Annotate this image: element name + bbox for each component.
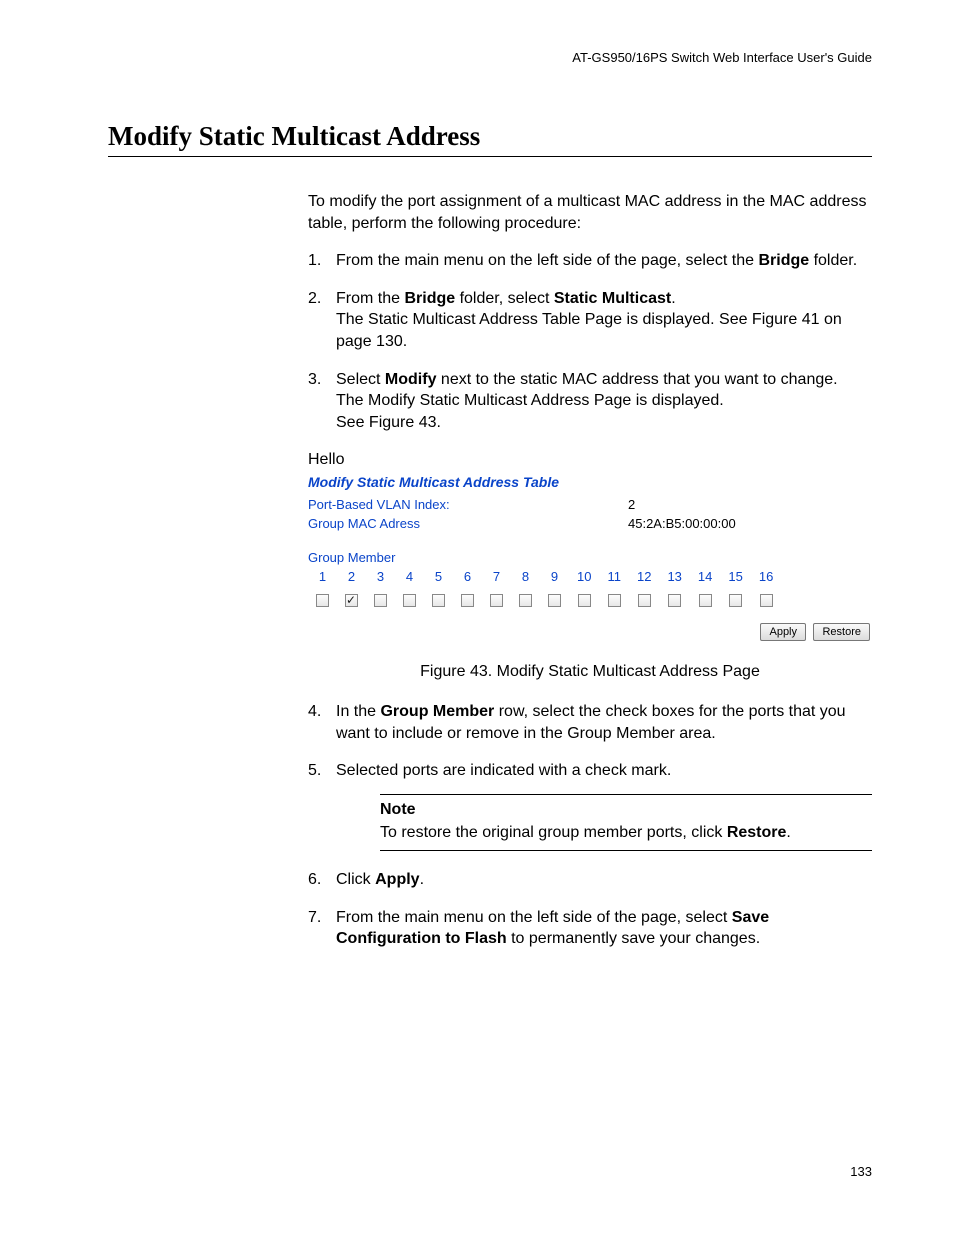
step-3-line3: See Figure 43. (336, 414, 441, 431)
vlan-index-value: 2 (628, 496, 635, 514)
note-text: To restore the original group member por… (380, 822, 872, 844)
port-header-6: 6 (453, 568, 482, 590)
port-table: 1 2 3 4 5 6 7 8 9 10 11 12 13 14 (308, 568, 781, 611)
group-member-label: Group Member (308, 549, 872, 567)
group-mac-label: Group MAC Adress (308, 515, 628, 533)
port-checkbox-14[interactable] (699, 594, 712, 607)
step-2-text-c: folder, select (455, 290, 554, 307)
port-checkbox-8[interactable] (519, 594, 532, 607)
step-6-text-c: . (420, 871, 424, 888)
restore-button[interactable]: Restore (813, 623, 870, 642)
step-1-text-a: From the main menu on the left side of t… (336, 252, 758, 269)
port-checkbox-6[interactable] (461, 594, 474, 607)
port-checkbox-3[interactable] (374, 594, 387, 607)
figure-43-panel: Modify Static Multicast Address Table Po… (308, 473, 872, 642)
port-header-2: 2 (337, 568, 366, 590)
port-header-12: 12 (629, 568, 659, 590)
port-checkbox-11[interactable] (608, 594, 621, 607)
port-header-11: 11 (599, 568, 629, 590)
note-bold: Restore (727, 824, 787, 841)
port-checkbox-5[interactable] (432, 594, 445, 607)
step-2-line2: The Static Multicast Address Table Page … (336, 311, 842, 350)
step-3-text-a: Select (336, 371, 385, 388)
hello-text: Hello (308, 449, 872, 471)
step-6-text-a: Click (336, 871, 375, 888)
note-block: Note To restore the original group membe… (380, 794, 872, 851)
running-header: AT-GS950/16PS Switch Web Interface User'… (108, 50, 872, 65)
step-6: Click Apply. (308, 869, 872, 891)
step-3: Select Modify next to the static MAC add… (308, 369, 872, 434)
step-2-text-a: From the (336, 290, 404, 307)
section-title: Modify Static Multicast Address (108, 121, 872, 157)
apply-button[interactable]: Apply (760, 623, 806, 642)
port-header-3: 3 (366, 568, 395, 590)
port-header-9: 9 (540, 568, 569, 590)
intro-paragraph: To modify the port assignment of a multi… (308, 191, 872, 234)
port-checkbox-1[interactable] (316, 594, 329, 607)
note-text-c: . (786, 824, 790, 841)
port-checkbox-16[interactable] (760, 594, 773, 607)
step-6-bold: Apply (375, 871, 419, 888)
group-mac-value: 45:2A:B5:00:00:00 (628, 515, 736, 533)
figure-panel-title: Modify Static Multicast Address Table (308, 473, 872, 492)
step-5: Selected ports are indicated with a chec… (308, 760, 872, 851)
step-5-text: Selected ports are indicated with a chec… (336, 762, 671, 779)
note-label: Note (380, 799, 872, 821)
port-checkbox-7[interactable] (490, 594, 503, 607)
port-checkbox-10[interactable] (578, 594, 591, 607)
port-header-13: 13 (659, 568, 689, 590)
port-header-4: 4 (395, 568, 424, 590)
port-header-16: 16 (751, 568, 781, 590)
figure-caption: Figure 43. Modify Static Multicast Addre… (308, 661, 872, 683)
port-checkbox-12[interactable] (638, 594, 651, 607)
step-2-bold-1: Bridge (404, 290, 455, 307)
port-header-1: 1 (308, 568, 337, 590)
port-checkbox-13[interactable] (668, 594, 681, 607)
step-2: From the Bridge folder, select Static Mu… (308, 288, 872, 353)
step-2-bold-2: Static Multicast (554, 290, 671, 307)
note-text-a: To restore the original group member por… (380, 824, 727, 841)
port-header-14: 14 (690, 568, 720, 590)
port-header-7: 7 (482, 568, 511, 590)
step-4-text-a: In the (336, 703, 380, 720)
port-checkbox-2[interactable] (345, 594, 358, 607)
port-checkbox-4[interactable] (403, 594, 416, 607)
step-2-text-e: . (671, 290, 675, 307)
port-checkbox-15[interactable] (729, 594, 742, 607)
step-1-bold: Bridge (758, 252, 809, 269)
port-header-5: 5 (424, 568, 453, 590)
step-3-text-c: next to the static MAC address that you … (436, 371, 837, 388)
step-1-text-c: folder. (809, 252, 857, 269)
step-3-line2: The Modify Static Multicast Address Page… (336, 392, 724, 409)
port-header-8: 8 (511, 568, 540, 590)
port-header-10: 10 (569, 568, 599, 590)
step-4-bold: Group Member (380, 703, 494, 720)
port-checkbox-9[interactable] (548, 594, 561, 607)
step-7-text-a: From the main menu on the left side of t… (336, 909, 732, 926)
step-3-bold: Modify (385, 371, 437, 388)
step-4: In the Group Member row, select the chec… (308, 701, 872, 744)
step-1: From the main menu on the left side of t… (308, 250, 872, 272)
step-7: From the main menu on the left side of t… (308, 907, 872, 950)
vlan-index-label: Port-Based VLAN Index: (308, 496, 628, 514)
page-number: 133 (850, 1164, 872, 1179)
port-header-15: 15 (720, 568, 750, 590)
step-7-text-c: to permanently save your changes. (507, 930, 760, 947)
